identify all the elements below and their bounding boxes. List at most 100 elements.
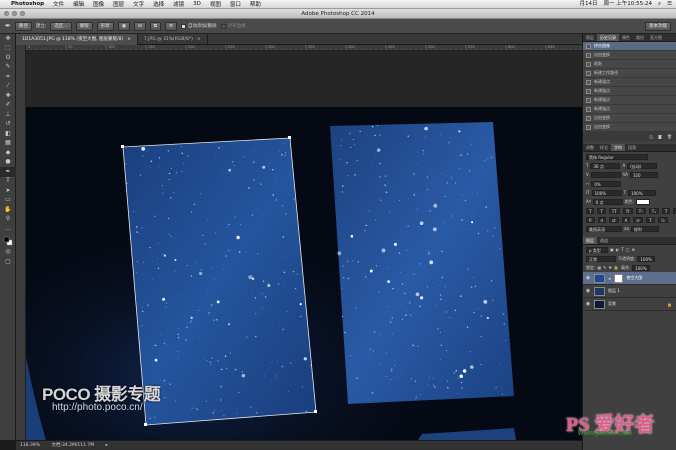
clone-stamp-tool-icon[interactable]: ⊥ <box>0 110 16 120</box>
hand-tool-icon[interactable]: ✋ <box>0 205 16 215</box>
history-item[interactable]: 新建锚点 <box>583 78 676 87</box>
rectangle-tool-icon[interactable]: ▭ <box>0 196 16 206</box>
menu-3d[interactable]: 3D <box>193 1 201 7</box>
fractions-button[interactable]: ½ <box>657 216 668 223</box>
filter-pixel-icon[interactable]: ▣ <box>610 247 614 252</box>
shape-button[interactable]: 形状 <box>96 21 114 31</box>
status-arrow-icon[interactable]: ▸ <box>106 443 108 448</box>
settings-gear-icon[interactable]: ⚙ <box>164 21 178 31</box>
move-tool-icon[interactable]: ✥ <box>0 34 16 44</box>
lock-all-icon[interactable]: 🔒 <box>614 265 619 270</box>
filter-adjust-icon[interactable]: ◐ <box>616 247 620 252</box>
zoom-window-button[interactable] <box>20 11 25 16</box>
spotlight-icon[interactable]: ⌕ <box>658 0 661 9</box>
leading-field[interactable]: (自动) <box>627 162 658 169</box>
visibility-eye-icon[interactable]: ◉ <box>585 288 591 294</box>
menu-file[interactable]: 文件 <box>53 0 64 8</box>
tab-layers[interactable]: 图层 <box>583 237 597 244</box>
history-item[interactable]: 新建工作路径 <box>583 69 676 78</box>
dodge-tool-icon[interactable]: ● <box>0 158 16 168</box>
healing-brush-tool-icon[interactable]: ✚ <box>0 91 16 101</box>
font-family-select[interactable]: 黑体 Regular <box>586 153 648 160</box>
path-alignment-icon[interactable]: ⊟ <box>133 21 146 31</box>
layer-row[interactable]: ◉ ∞ 夜空大图 <box>583 272 676 285</box>
history-item[interactable]: 自由变换 <box>583 123 676 132</box>
selection-button[interactable]: 选区... <box>50 21 72 31</box>
discretionary-button[interactable]: ơ <box>597 216 606 223</box>
text-color-swatch[interactable] <box>635 198 650 205</box>
faux-bold-button[interactable]: T <box>586 207 595 214</box>
visibility-eye-icon[interactable]: ◉ <box>585 275 591 281</box>
opacity-field[interactable]: 100% <box>637 255 656 262</box>
tab-character[interactable]: 字符 <box>611 144 625 151</box>
document-size[interactable]: 文档:34.2M/111.7M <box>51 443 94 448</box>
pen-tool-preset-icon[interactable]: ✒ <box>5 22 11 30</box>
menu-filter[interactable]: 滤镜 <box>173 0 184 8</box>
mask-button[interactable]: 蒙版 <box>75 21 93 31</box>
trash-icon[interactable]: 🗑 <box>667 134 672 139</box>
tab-channels[interactable]: 通道 <box>597 237 611 244</box>
menu-layer[interactable]: 图层 <box>113 0 124 8</box>
layer-row[interactable]: ◉ 背景 🔒 <box>583 298 676 311</box>
filter-smart-icon[interactable]: ⊞ <box>632 247 635 252</box>
menu-select[interactable]: 选择 <box>153 0 164 8</box>
filter-shape-icon[interactable]: ▢ <box>626 247 630 252</box>
small-caps-button[interactable]: Tt <box>622 207 633 214</box>
tab-adjustments[interactable]: 调整 <box>583 144 597 151</box>
tab-document-2[interactable]: 7.JPG @ 31%(RGB/8*) × <box>138 34 208 45</box>
path-operations-icon[interactable]: ▣ <box>117 21 130 31</box>
crop-tool-icon[interactable]: ⌗ <box>0 72 16 82</box>
history-item[interactable]: 新建锚点 <box>583 96 676 105</box>
blur-tool-icon[interactable]: ◆ <box>0 148 16 158</box>
eyedropper-tool-icon[interactable]: ⁄ <box>0 82 16 92</box>
antialias-select[interactable]: 锐利 <box>630 225 659 232</box>
app-menu[interactable]: Photoshop <box>11 1 44 7</box>
tab-paragraph[interactable]: 段落 <box>625 144 639 151</box>
menu-type[interactable]: 文字 <box>133 0 144 8</box>
menu-edit[interactable]: 编辑 <box>73 0 84 8</box>
menu-image[interactable]: 图像 <box>93 0 104 8</box>
align-edges-checkbox[interactable]: 对齐边缘 <box>220 23 246 29</box>
close-tab-icon[interactable]: × <box>127 37 131 42</box>
pen-tool-icon[interactable]: ✒ <box>0 167 16 177</box>
tab-histogram[interactable]: 直方图 <box>647 34 665 41</box>
zoom-level[interactable]: 118.39% <box>20 443 40 448</box>
titling-button[interactable]: T <box>646 216 655 223</box>
history-item[interactable]: 自由变换 <box>583 114 676 123</box>
eraser-tool-icon[interactable]: ◧ <box>0 129 16 139</box>
quick-select-tool-icon[interactable]: ✎ <box>0 63 16 73</box>
quick-mask-icon[interactable]: ◎ <box>0 248 16 258</box>
swash-button[interactable]: st <box>608 216 619 223</box>
ordinals-button[interactable]: aᵃ <box>633 216 644 223</box>
menu-list-icon[interactable]: ☰ <box>667 0 672 9</box>
subscript-button[interactable]: T₁ <box>648 207 659 214</box>
underline-button[interactable]: T <box>661 207 671 214</box>
history-item[interactable]: 粘贴 <box>583 60 676 69</box>
layer-mask-thumbnail[interactable] <box>614 273 624 283</box>
menubar-clock[interactable]: 周一 上午10:55:24 <box>604 0 652 9</box>
history-brush-tool-icon[interactable]: ↺ <box>0 120 16 130</box>
lock-paint-icon[interactable]: ✎ <box>603 265 606 270</box>
vertical-ruler[interactable] <box>16 45 26 440</box>
font-size-field[interactable]: 36 点 <box>590 162 621 169</box>
camera-icon[interactable]: ◙ <box>658 134 662 139</box>
tsume-field[interactable]: 0% <box>591 180 622 187</box>
horizontal-scale-field[interactable]: 100% <box>628 189 657 196</box>
zoom-tool-icon[interactable]: ⚲ <box>0 215 16 225</box>
tab-document-1[interactable]: 1D1A3051.JPG @ 118% (夜空大图, 图层蒙版/8) × <box>16 34 138 45</box>
history-item[interactable]: 拼合图像 <box>583 42 676 51</box>
close-window-button[interactable] <box>4 11 9 16</box>
visibility-eye-icon[interactable]: ◉ <box>585 301 591 307</box>
snapshot-icon[interactable]: ◫ <box>649 134 653 139</box>
history-item[interactable]: 自由变换 <box>583 51 676 60</box>
alternates-button[interactable]: A <box>621 216 631 223</box>
tab-styles[interactable]: 样式 <box>597 144 611 151</box>
mode-select[interactable]: 路径 <box>14 21 32 31</box>
auto-add-delete-checkbox[interactable]: 自动添加/删除 <box>181 23 217 29</box>
ligature-button[interactable]: fi <box>586 216 595 223</box>
more-tools-icon[interactable]: … <box>0 224 16 234</box>
menu-view[interactable]: 视图 <box>210 0 221 8</box>
marquee-tool-icon[interactable]: ⬚ <box>0 44 16 54</box>
language-select[interactable]: 美国英语 <box>586 225 622 232</box>
menu-help[interactable]: 帮助 <box>250 0 261 8</box>
